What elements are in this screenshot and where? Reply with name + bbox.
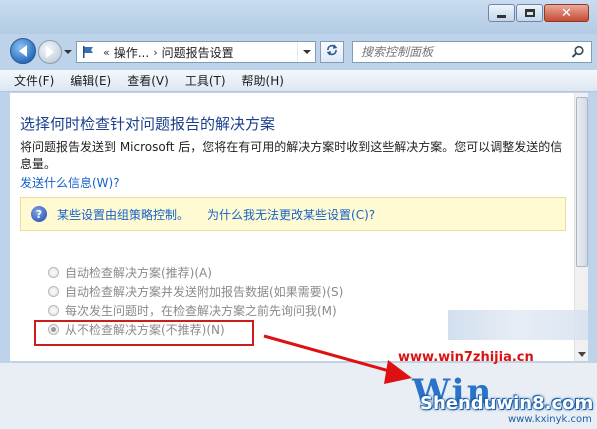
search-icon[interactable] [571, 45, 585, 62]
address-bar[interactable]: « 操作... › 问题报告设置 [76, 41, 316, 63]
option-label: 自动检查解决方案(推荐)(A) [65, 266, 212, 280]
highlight-box [34, 320, 254, 346]
maximize-icon [524, 9, 535, 17]
watermark-url: www.win7zhijia.cn [398, 350, 534, 365]
blurred-region [448, 310, 588, 340]
refresh-button[interactable] [320, 41, 344, 63]
caption-buttons: ✕ [487, 4, 589, 22]
breadcrumb-separator-icon[interactable]: › [153, 46, 157, 59]
forward-arrow-icon [46, 46, 54, 58]
close-button[interactable]: ✕ [544, 4, 589, 22]
menu-file[interactable]: 文件(F) [14, 72, 54, 89]
scrollbar-thumb[interactable] [576, 97, 588, 267]
navigation-row: « 操作... › 问题报告设置 [0, 34, 597, 68]
option-auto-check[interactable]: 自动检查解决方案(推荐)(A) [48, 263, 343, 282]
close-icon: ✕ [561, 5, 572, 21]
refresh-icon [325, 43, 339, 61]
recent-pages-dropdown-icon[interactable] [64, 50, 72, 54]
back-button[interactable] [10, 38, 36, 64]
title-bar: ✕ [0, 0, 597, 34]
radio-button[interactable] [48, 286, 59, 297]
radio-button[interactable] [48, 305, 59, 316]
why-cant-change-link[interactable]: 为什么我无法更改某些设置(C)? [207, 206, 375, 223]
minimize-button[interactable] [488, 4, 515, 22]
notice-text: 某些设置由组策略控制。 [57, 207, 190, 222]
group-policy-notice: ? 某些设置由组策略控制。 为什么我无法更改某些设置(C)? [20, 197, 566, 231]
option-label: 自动检查解决方案并发送附加报告数据(如果需要)(S) [65, 285, 344, 299]
address-dropdown-button[interactable] [297, 42, 315, 62]
option-label: 每次发生问题时，在检查解决方案之前先询问我(M) [65, 304, 337, 318]
menu-bar: 文件(F) 编辑(E) 查看(V) 工具(T) 帮助(H) [0, 70, 597, 92]
menu-edit[interactable]: 编辑(E) [70, 72, 111, 89]
search-box[interactable] [352, 41, 592, 63]
menu-view[interactable]: 查看(V) [127, 72, 169, 89]
page-description: 将问题报告发送到 Microsoft 后，您将在有可用的解决方案时收到这些解决方… [20, 140, 563, 171]
option-auto-check-send-data[interactable]: 自动检查解决方案并发送附加报告数据(如果需要)(S) [48, 282, 343, 301]
forward-button[interactable] [38, 40, 62, 64]
radio-button[interactable] [48, 267, 59, 278]
annotation-arrow-icon [263, 334, 412, 384]
page-title: 选择何时检查针对问题报告的解决方案 [20, 115, 276, 133]
menu-tools[interactable]: 工具(T) [185, 72, 226, 89]
breadcrumb-item[interactable]: 问题报告设置 [162, 44, 234, 61]
minimize-icon [497, 14, 506, 18]
help-question-icon: ? [31, 206, 47, 222]
watermark-site: www.kxinyk.com [508, 414, 592, 425]
scroll-down-icon[interactable] [578, 352, 586, 357]
maximize-button[interactable] [516, 4, 543, 22]
what-info-sent-link[interactable]: 发送什么信息(W)? [20, 174, 120, 191]
option-ask-me[interactable]: 每次发生问题时，在检查解决方案之前先询问我(M) [48, 301, 343, 320]
menu-help[interactable]: 帮助(H) [242, 72, 284, 89]
search-input[interactable] [361, 45, 561, 59]
control-panel-window: ✕ « 操作... › 问题报告设置 搜索控制面板 文件(F) 编辑(E) 查看… [0, 0, 597, 429]
back-arrow-icon [19, 45, 27, 57]
breadcrumb-item[interactable]: 操作... [114, 44, 149, 61]
breadcrumb-overflow[interactable]: « [103, 46, 110, 59]
flag-icon [77, 42, 99, 62]
watermark-brand: Shenduwin8.com [420, 393, 594, 414]
chevron-down-icon [302, 50, 311, 54]
